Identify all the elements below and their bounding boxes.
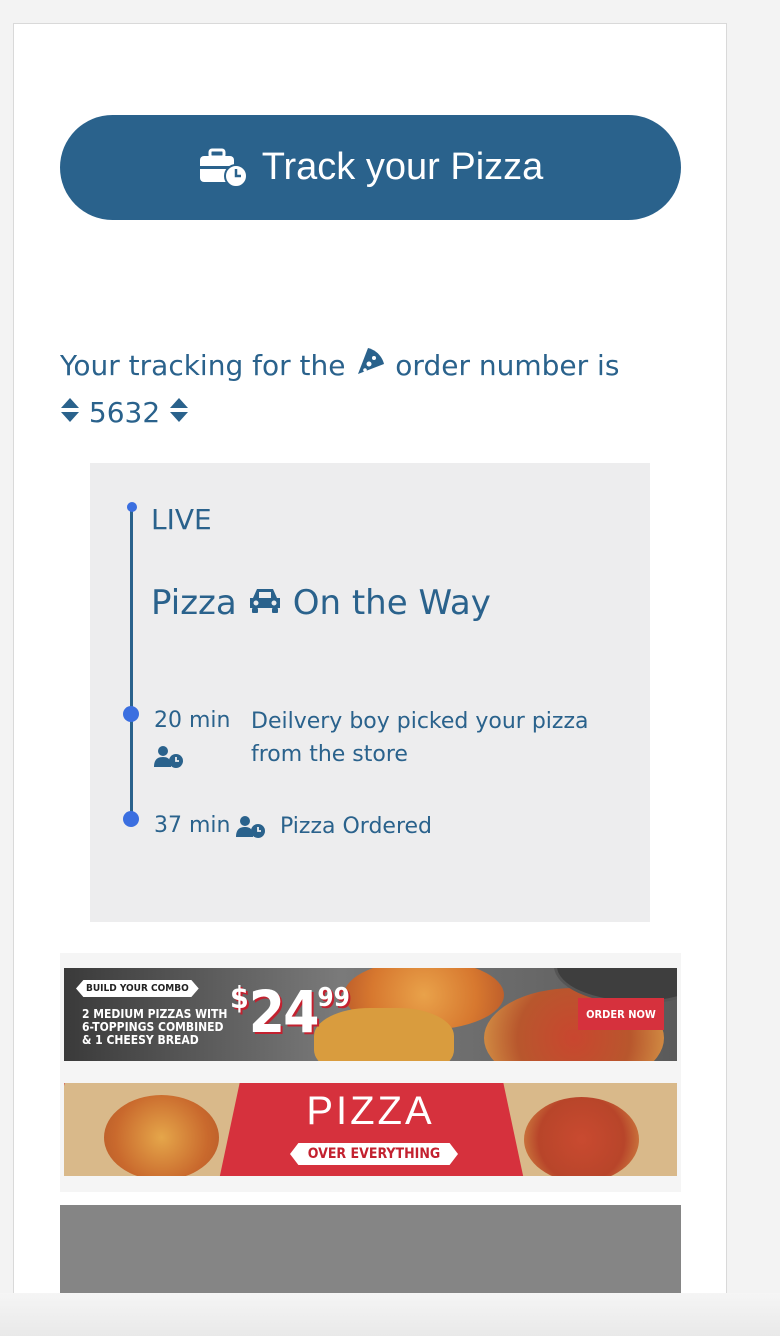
order-tracking-text: Your tracking for the order number is 56… bbox=[60, 343, 700, 437]
track-pizza-label: Track your Pizza bbox=[261, 146, 544, 188]
user-clock-icon bbox=[236, 816, 266, 842]
price-dollar: $ bbox=[230, 981, 249, 1016]
timeline-dot bbox=[123, 706, 139, 722]
track-pizza-button[interactable]: Track your Pizza bbox=[60, 115, 681, 220]
order-prefix: Your tracking for the bbox=[60, 349, 346, 382]
status-before: Pizza bbox=[151, 583, 237, 623]
bottom-bar bbox=[0, 1293, 780, 1336]
banner-title: PIZZA bbox=[306, 1089, 435, 1133]
sort-icon bbox=[169, 391, 189, 437]
order-now-button[interactable]: ORDER NOW bbox=[578, 998, 664, 1030]
price-cents: 99 bbox=[317, 983, 350, 1013]
status-after: On the Way bbox=[292, 583, 491, 623]
event-time: 37 min bbox=[154, 813, 231, 838]
live-label: LIVE bbox=[151, 503, 212, 536]
combo-price: $ 24 99 bbox=[230, 980, 350, 1044]
briefcase-clock-icon bbox=[198, 148, 248, 188]
combo-tag: BUILD YOUR COMBO bbox=[76, 980, 199, 997]
order-number: 5632 bbox=[88, 396, 161, 429]
user-clock-icon bbox=[154, 746, 184, 772]
combo-promo-banner[interactable]: BUILD YOUR COMBO 2 MEDIUM PIZZAS WITH 6-… bbox=[64, 968, 677, 1061]
combo-details: 2 MEDIUM PIZZAS WITH 6-TOPPINGS COMBINED… bbox=[82, 1008, 227, 1047]
placeholder-block bbox=[60, 1205, 681, 1293]
event-description: Pizza Ordered bbox=[280, 814, 433, 839]
tracking-timeline: LIVE Pizza On the Way 20 min Deilvery bo… bbox=[90, 463, 650, 922]
pizza-slice-icon bbox=[354, 344, 386, 390]
timeline-line bbox=[130, 508, 133, 819]
combo-line3: & 1 CHEESY BREAD bbox=[82, 1033, 199, 1047]
event-time: 20 min bbox=[154, 708, 231, 733]
event-description: Deilvery boy picked your pizza from the … bbox=[251, 705, 631, 771]
price-main: 24 bbox=[248, 978, 320, 1046]
banner-subtitle: OVER EVERYTHING bbox=[290, 1143, 458, 1165]
event-description-line1: Deilvery boy picked your pizza bbox=[251, 709, 589, 734]
car-icon bbox=[247, 583, 283, 623]
pizza-over-everything-banner[interactable]: PIZZA OVER EVERYTHING bbox=[64, 1083, 677, 1176]
delivery-status: Pizza On the Way bbox=[151, 583, 491, 623]
promo-banners: BUILD YOUR COMBO 2 MEDIUM PIZZAS WITH 6-… bbox=[60, 953, 681, 1192]
timeline-dot-live bbox=[127, 502, 137, 512]
timeline-dot bbox=[123, 811, 139, 827]
order-suffix: order number is bbox=[395, 349, 620, 382]
event-description-line2: from the store bbox=[251, 742, 408, 767]
sort-icon bbox=[60, 391, 80, 437]
